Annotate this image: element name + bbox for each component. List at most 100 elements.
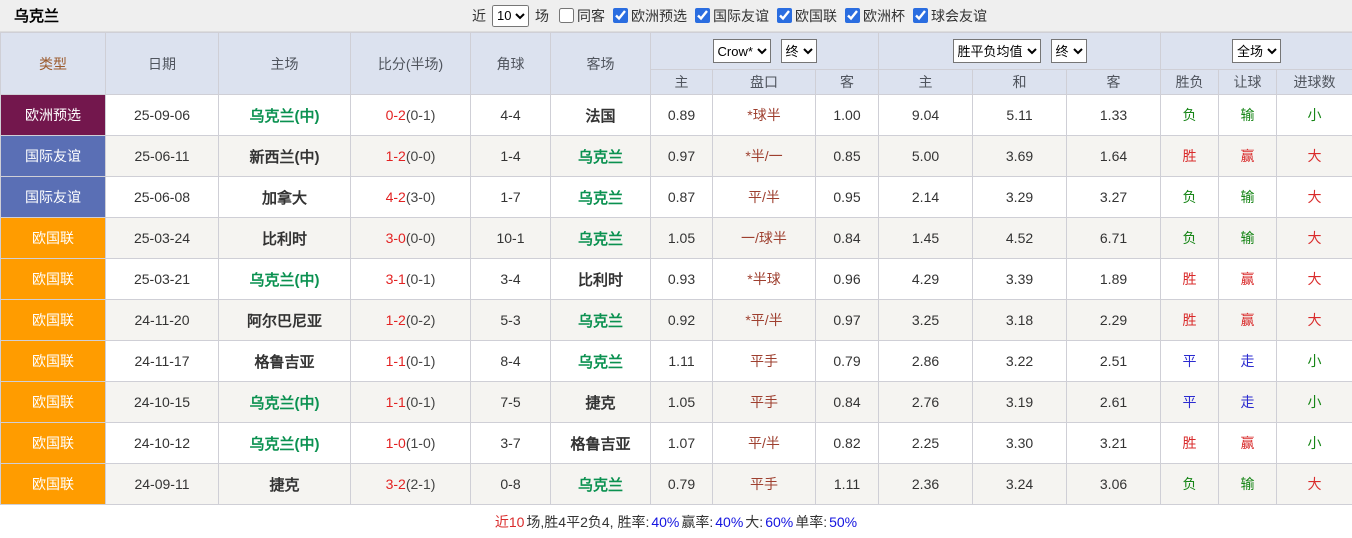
cell-asian-home-odds: 0.97 bbox=[651, 136, 713, 177]
cell-date: 25-06-08 bbox=[106, 177, 219, 218]
cell-away-team[interactable]: 乌克兰 bbox=[551, 177, 651, 218]
filter-0[interactable]: 同客 bbox=[559, 6, 605, 26]
cell-euro-draw-odds: 3.69 bbox=[973, 136, 1067, 177]
cell-home-team[interactable]: 乌克兰(中) bbox=[219, 423, 351, 464]
cell-euro-draw-odds: 3.29 bbox=[973, 177, 1067, 218]
filter-5[interactable]: 球会友谊 bbox=[913, 6, 987, 26]
match-count-select[interactable]: 10 bbox=[492, 5, 529, 27]
col-header-corners: 角球 bbox=[471, 33, 551, 95]
cell-away-team[interactable]: 捷克 bbox=[551, 382, 651, 423]
cell-asian-home-odds: 1.07 bbox=[651, 423, 713, 464]
filter-1[interactable]: 欧洲预选 bbox=[613, 6, 687, 26]
match-row: 欧国联24-11-17格鲁吉亚1-1(0-1)8-4乌克兰1.11平手0.792… bbox=[1, 341, 1352, 382]
cell-euro-home-odds: 5.00 bbox=[879, 136, 973, 177]
bookmaker-select[interactable]: Crow* bbox=[713, 39, 771, 63]
cell-asian-home-odds: 0.89 bbox=[651, 95, 713, 136]
near-label: 近 bbox=[472, 6, 486, 26]
filter-label: 国际友谊 bbox=[713, 6, 769, 26]
asian-odds-time-select[interactable]: 终 bbox=[781, 39, 817, 63]
filter-checkbox-3[interactable] bbox=[777, 8, 792, 23]
fulltime-select[interactable]: 全场 bbox=[1232, 39, 1281, 63]
cell-date: 25-03-21 bbox=[106, 259, 219, 300]
cell-competition: 欧国联 bbox=[1, 464, 106, 505]
cell-outcome: 负 bbox=[1161, 177, 1219, 218]
cell-outcome: 平 bbox=[1161, 382, 1219, 423]
cell-home-team[interactable]: 乌克兰(中) bbox=[219, 259, 351, 300]
filter-checkbox-5[interactable] bbox=[913, 8, 928, 23]
score-halftime: (0-2) bbox=[406, 312, 436, 328]
cell-date: 24-11-17 bbox=[106, 341, 219, 382]
filter-label: 欧洲杯 bbox=[863, 6, 905, 26]
header-row-groups: 类型 日期 主场 比分(半场) 角球 客场 Crow* 终 胜平负均值 终 bbox=[1, 33, 1352, 70]
cell-euro-away-odds: 1.89 bbox=[1067, 259, 1161, 300]
cell-competition: 欧国联 bbox=[1, 341, 106, 382]
cell-home-team[interactable]: 乌克兰(中) bbox=[219, 382, 351, 423]
score-fulltime: 3-2 bbox=[386, 476, 406, 492]
euro-odds-source-select[interactable]: 胜平负均值 bbox=[953, 39, 1041, 63]
cell-competition: 国际友谊 bbox=[1, 136, 106, 177]
filter-3[interactable]: 欧国联 bbox=[777, 6, 837, 26]
filter-2[interactable]: 国际友谊 bbox=[695, 6, 769, 26]
cell-date: 25-06-11 bbox=[106, 136, 219, 177]
summary-footer: 近10场,胜4平2负4, 胜率:40% 赢率:40% 大:60% 单率:50% bbox=[0, 505, 1352, 538]
col-header-score: 比分(半场) bbox=[351, 33, 471, 95]
filter-checkbox-1[interactable] bbox=[613, 8, 628, 23]
cell-asian-handicap-line: 平/半 bbox=[713, 423, 816, 464]
cell-date: 24-09-11 bbox=[106, 464, 219, 505]
cell-corners: 3-4 bbox=[471, 259, 551, 300]
filter-checkbox-4[interactable] bbox=[845, 8, 860, 23]
euro-odds-group-header: 胜平负均值 终 bbox=[879, 33, 1161, 70]
cell-euro-away-odds: 6.71 bbox=[1067, 218, 1161, 259]
cell-home-team[interactable]: 格鲁吉亚 bbox=[219, 341, 351, 382]
competition-filters: 同客欧洲预选 国际友谊欧国联 欧洲杯球会友谊 bbox=[551, 6, 987, 26]
cell-home-team[interactable]: 加拿大 bbox=[219, 177, 351, 218]
filter-label: 同客 bbox=[577, 6, 605, 26]
cell-asian-home-odds: 0.87 bbox=[651, 177, 713, 218]
score-fulltime: 4-2 bbox=[386, 189, 406, 205]
match-row: 欧国联24-10-15乌克兰(中)1-1(0-1)7-5捷克1.05平手0.84… bbox=[1, 382, 1352, 423]
cell-away-team[interactable]: 比利时 bbox=[551, 259, 651, 300]
cell-euro-draw-odds: 3.39 bbox=[973, 259, 1067, 300]
summary-segment-3: 赢率: bbox=[681, 512, 713, 532]
cell-corners: 10-1 bbox=[471, 218, 551, 259]
cell-home-team[interactable]: 新西兰(中) bbox=[219, 136, 351, 177]
cell-asian-home-odds: 0.79 bbox=[651, 464, 713, 505]
summary-segment-0: 近10 bbox=[495, 512, 525, 532]
cell-handicap-result: 赢 bbox=[1219, 300, 1277, 341]
cell-asian-home-odds: 1.05 bbox=[651, 382, 713, 423]
cell-away-team[interactable]: 乌克兰 bbox=[551, 300, 651, 341]
cell-goals-result: 小 bbox=[1277, 382, 1352, 423]
match-row: 欧国联25-03-21乌克兰(中)3-1(0-1)3-4比利时0.93*半球0.… bbox=[1, 259, 1352, 300]
cell-euro-away-odds: 1.33 bbox=[1067, 95, 1161, 136]
filter-checkbox-2[interactable] bbox=[695, 8, 710, 23]
cell-competition: 欧国联 bbox=[1, 423, 106, 464]
cell-home-team[interactable]: 比利时 bbox=[219, 218, 351, 259]
match-row: 欧国联24-11-20阿尔巴尼亚1-2(0-2)5-3乌克兰0.92*平/半0.… bbox=[1, 300, 1352, 341]
summary-segment-2: 40% bbox=[651, 514, 679, 530]
cell-competition: 国际友谊 bbox=[1, 177, 106, 218]
cell-goals-result: 大 bbox=[1277, 136, 1352, 177]
match-row: 欧洲预选25-09-06乌克兰(中)0-2(0-1)4-4法国0.89*球半1.… bbox=[1, 95, 1352, 136]
cell-euro-home-odds: 2.25 bbox=[879, 423, 973, 464]
cell-outcome: 负 bbox=[1161, 218, 1219, 259]
cell-asian-home-odds: 1.11 bbox=[651, 341, 713, 382]
filter-checkbox-0[interactable] bbox=[559, 8, 574, 23]
filter-4[interactable]: 欧洲杯 bbox=[845, 6, 905, 26]
cell-away-team[interactable]: 乌克兰 bbox=[551, 218, 651, 259]
cell-goals-result: 大 bbox=[1277, 259, 1352, 300]
cell-home-team[interactable]: 乌克兰(中) bbox=[219, 95, 351, 136]
cell-away-team[interactable]: 乌克兰 bbox=[551, 464, 651, 505]
euro-odds-time-select[interactable]: 终 bbox=[1051, 39, 1087, 63]
cell-away-team[interactable]: 乌克兰 bbox=[551, 136, 651, 177]
cell-home-team[interactable]: 捷克 bbox=[219, 464, 351, 505]
match-history-table: 类型 日期 主场 比分(半场) 角球 客场 Crow* 终 胜平负均值 终 bbox=[0, 32, 1352, 505]
score-halftime: (0-1) bbox=[406, 353, 436, 369]
col-header-home: 主场 bbox=[219, 33, 351, 95]
cell-asian-away-odds: 0.96 bbox=[816, 259, 879, 300]
cell-home-team[interactable]: 阿尔巴尼亚 bbox=[219, 300, 351, 341]
summary-segment-4: 40% bbox=[715, 514, 743, 530]
cell-away-team[interactable]: 格鲁吉亚 bbox=[551, 423, 651, 464]
cell-away-team[interactable]: 法国 bbox=[551, 95, 651, 136]
col-header-away: 客场 bbox=[551, 33, 651, 95]
cell-away-team[interactable]: 乌克兰 bbox=[551, 341, 651, 382]
